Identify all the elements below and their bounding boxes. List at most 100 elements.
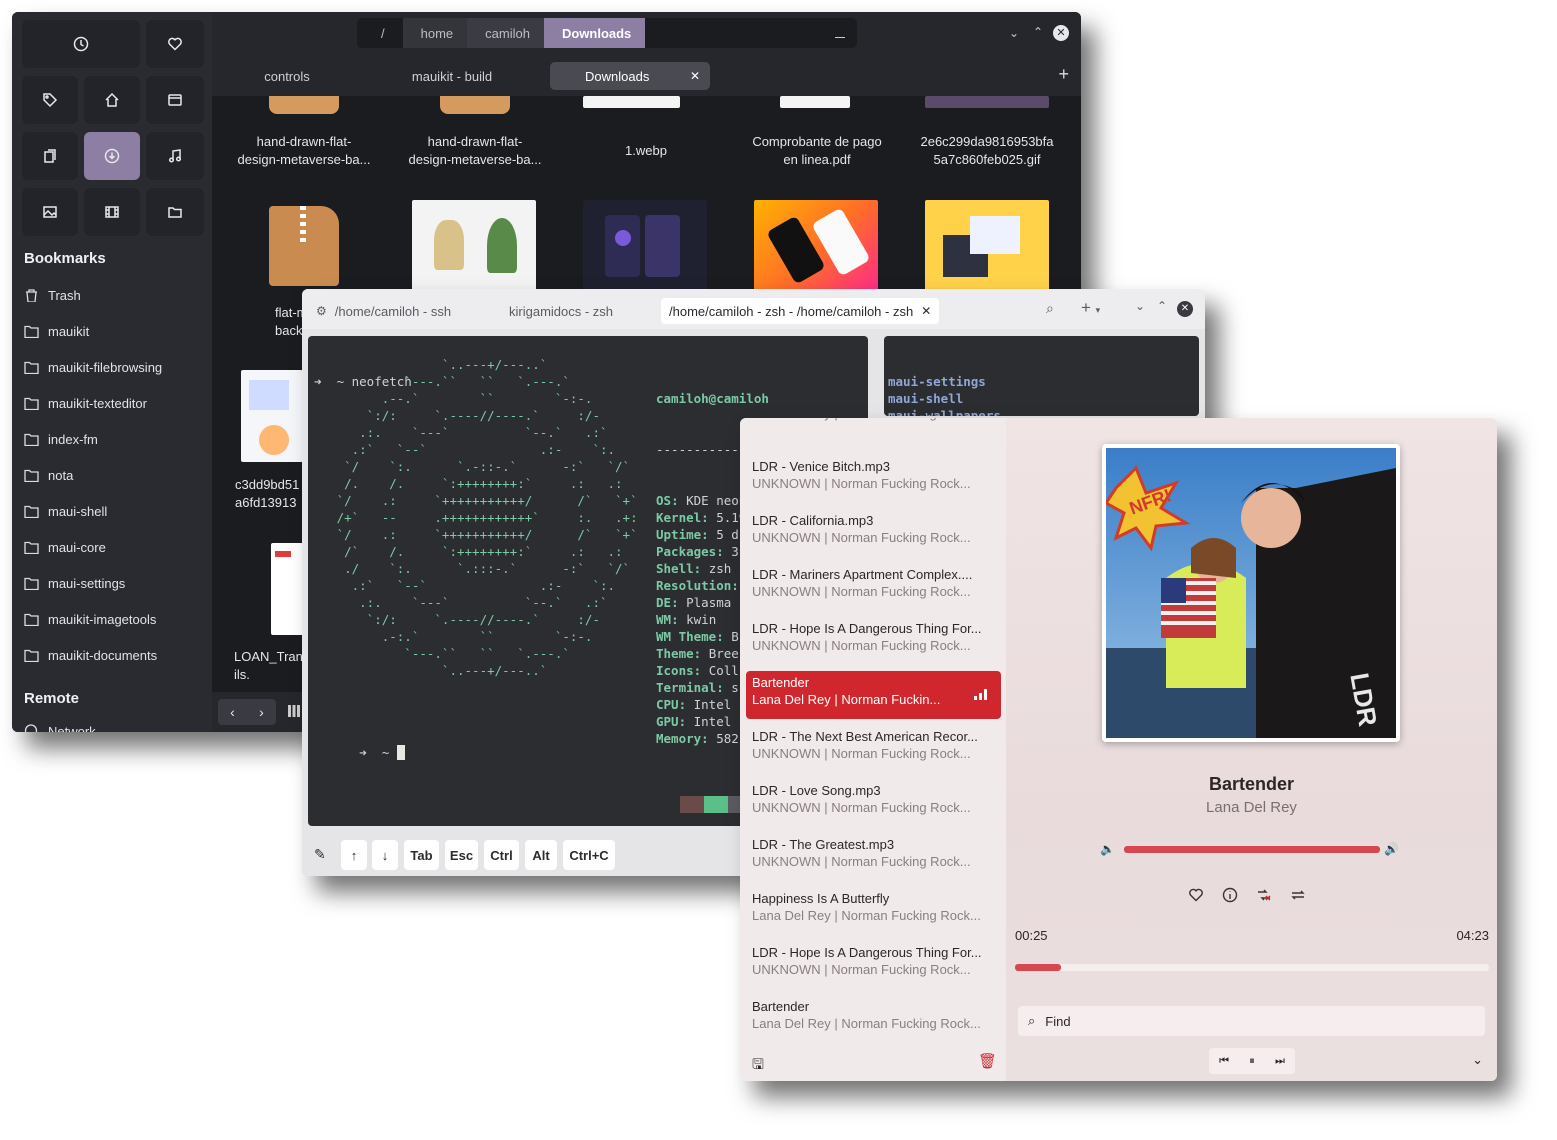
pdf-thumbnail[interactable] <box>271 543 303 635</box>
key-ctrl[interactable]: Ctrl <box>484 840 519 870</box>
sidebar-item-index-fm[interactable]: index-fm <box>24 429 98 449</box>
tab-zsh-active[interactable]: /home/camiloh - zsh - /home/camiloh - zs… <box>661 298 940 324</box>
file-name[interactable]: hand-drawn-flat-design-metaverse-ba... <box>229 133 379 169</box>
sidebar-item-maui-shell[interactable]: maui-shell <box>24 501 107 521</box>
sidebar-item-maui-core[interactable]: maui-core <box>24 537 106 557</box>
sidebar-item-mauikit-filebrowsing[interactable]: mauikit-filebrowsing <box>24 357 162 377</box>
seek-bar[interactable] <box>1015 964 1489 971</box>
close-tab-icon[interactable]: ✕ <box>921 304 931 318</box>
playlist-item-playing[interactable]: Bartender Lana Del Rey | Norman Fuckin... <box>746 671 1001 719</box>
sidebar-item-network[interactable]: Network <box>24 724 96 732</box>
file-thumbnail[interactable] <box>925 96 1049 108</box>
shuffle-off-icon[interactable] <box>1256 887 1272 908</box>
downloads-button[interactable] <box>84 132 140 180</box>
drives-button[interactable] <box>146 76 204 124</box>
volume-high-icon[interactable]: 🔊 <box>1384 842 1399 856</box>
key-esc[interactable]: Esc <box>445 840 478 870</box>
file-name[interactable]: 2e6c299da9816953bfa 5a7c860feb025.gif <box>912 133 1062 169</box>
playlist-item[interactable]: Lana Del Rey | Norman Fucking Rock... <box>746 418 1001 448</box>
sidebar-item-maui-settings[interactable]: maui-settings <box>24 573 125 593</box>
playlist-item[interactable]: LDR - The Next Best American Recor... UNK… <box>746 725 1001 773</box>
playlist-item[interactable]: LDR - Love Song.mp3 UNKNOWN | Norman Fuck… <box>746 779 1001 827</box>
playlist-item[interactable]: LDR - Venice Bitch.mp3 UNKNOWN | Norman F… <box>746 455 1001 503</box>
file-name[interactable]: hand-drawn-flat-design-metaverse-ba... <box>400 133 550 169</box>
close-tab-icon[interactable]: ✕ <box>690 69 700 83</box>
key-down[interactable]: ↓ <box>372 840 398 870</box>
find-field[interactable]: ⌕ Find <box>1018 1006 1485 1036</box>
file-thumbnail[interactable] <box>440 96 510 114</box>
file-thumbnail[interactable] <box>583 96 680 108</box>
new-tab-icon[interactable]: + <box>1058 64 1069 85</box>
skip-next-icon[interactable]: ⏭ <box>1275 1055 1285 1068</box>
key-alt[interactable]: Alt <box>525 840 557 870</box>
file-thumbnail[interactable] <box>780 96 850 108</box>
tab-controls[interactable]: controls <box>212 62 362 90</box>
breadcrumb-camiloh[interactable]: camiloh <box>467 18 544 48</box>
heart-icon[interactable] <box>1188 887 1204 908</box>
home-button[interactable] <box>84 76 140 124</box>
image-thumbnail[interactable] <box>412 200 536 293</box>
file-name[interactable]: 1.webp <box>571 142 721 160</box>
tab-ssh[interactable]: ⚙ /home/camiloh - ssh <box>316 298 451 324</box>
file-name[interactable]: Comprobante de pago en linea.pdf <box>742 133 892 169</box>
album-cover[interactable]: NFR! LDR <box>1102 444 1400 742</box>
key-up[interactable]: ↑ <box>341 840 367 870</box>
archive-icon[interactable] <box>269 206 339 286</box>
playlist-item[interactable]: LDR - Hope Is A Dangerous Thing For... UN… <box>746 941 1001 989</box>
breadcrumb-home[interactable]: home <box>402 18 468 48</box>
tab-downloads[interactable]: Downloads ✕ <box>550 62 710 90</box>
image-thumbnail[interactable] <box>754 200 878 293</box>
save-icon[interactable]: 🖫 <box>752 1054 764 1078</box>
close-icon[interactable]: ✕ <box>1177 301 1193 317</box>
playlist-item[interactable]: LDR - Hope Is A Dangerous Thing For... UN… <box>746 617 1001 665</box>
sidebar-item-nota[interactable]: nota <box>24 465 73 485</box>
info-icon[interactable] <box>1222 887 1238 908</box>
sidebar-item-trash[interactable]: Trash <box>24 285 81 305</box>
key-ctrl-c[interactable]: Ctrl+C <box>563 840 615 870</box>
sidebar-item-mauikit-imagetools[interactable]: mauikit-imagetools <box>24 609 156 629</box>
folders-button[interactable] <box>146 188 204 236</box>
grid-view-icon[interactable] <box>288 705 300 717</box>
favorites-button[interactable] <box>146 20 204 68</box>
tab-kirigamidocs[interactable]: kirigamidocs - zsh <box>509 298 613 324</box>
search-icon[interactable]: ⌕ <box>1046 300 1054 317</box>
chevron-down-icon[interactable]: ⌄ <box>1135 299 1145 313</box>
terminal-pane-right[interactable]: maui-settingsmaui-shellmaui-wallpapersMu… <box>884 336 1199 416</box>
trash-icon[interactable]: 🗑 <box>978 1052 997 1070</box>
chevron-up-icon[interactable]: ⌃ <box>1033 25 1043 39</box>
music-button[interactable] <box>146 132 204 180</box>
sidebar-item-mauikit-texteditor[interactable]: mauikit-texteditor <box>24 393 147 413</box>
playlist-item[interactable]: LDR - California.mp3 UNKNOWN | Norman Fuc… <box>746 509 1001 557</box>
edit-path-icon[interactable] <box>835 28 845 38</box>
repeat-icon[interactable] <box>1290 887 1306 908</box>
sidebar-item-mauikit-documents[interactable]: mauikit-documents <box>24 645 157 665</box>
pencil-icon[interactable]: ✎ <box>314 846 326 863</box>
recent-button[interactable] <box>22 20 140 68</box>
add-tab-icon[interactable]: + ▾ <box>1081 298 1100 318</box>
go-back-icon[interactable]: ‹ <box>218 699 247 725</box>
chevron-down-icon[interactable]: ⌄ <box>1472 1052 1483 1068</box>
volume-slider[interactable] <box>1124 846 1380 853</box>
videos-button[interactable] <box>84 188 140 236</box>
breadcrumb-root[interactable]: / <box>357 18 403 48</box>
pictures-button[interactable] <box>22 188 78 236</box>
sidebar-item-mauikit[interactable]: mauikit <box>24 321 89 341</box>
go-forward-icon[interactable]: › <box>247 699 276 725</box>
tab-mauikit-build[interactable]: mauikit - build <box>377 62 527 90</box>
skip-previous-icon[interactable]: ⏮ <box>1219 1055 1229 1068</box>
image-thumbnail[interactable] <box>925 200 1049 293</box>
close-icon[interactable]: ✕ <box>1053 25 1069 41</box>
volume-low-icon[interactable]: 🔈 <box>1100 842 1115 856</box>
playlist-item[interactable]: Happiness Is A Butterfly Lana Del Rey | N… <box>746 887 1001 935</box>
key-tab[interactable]: Tab <box>404 840 439 870</box>
image-thumbnail[interactable] <box>241 370 303 462</box>
playlist-item[interactable]: LDR - Mariners Apartment Complex.... UNKN… <box>746 563 1001 611</box>
breadcrumb-downloads[interactable]: Downloads <box>543 18 646 48</box>
playlist-item[interactable]: Bartender Lana Del Rey | Norman Fucking R… <box>746 995 1001 1043</box>
chevron-up-icon[interactable]: ⌃ <box>1157 299 1167 313</box>
file-thumbnail[interactable] <box>269 96 339 114</box>
documents-button[interactable] <box>22 132 78 180</box>
chevron-down-icon[interactable]: ⌄ <box>1009 26 1019 40</box>
pause-icon[interactable]: ⏸ <box>1249 1055 1255 1068</box>
image-thumbnail[interactable] <box>583 200 707 293</box>
